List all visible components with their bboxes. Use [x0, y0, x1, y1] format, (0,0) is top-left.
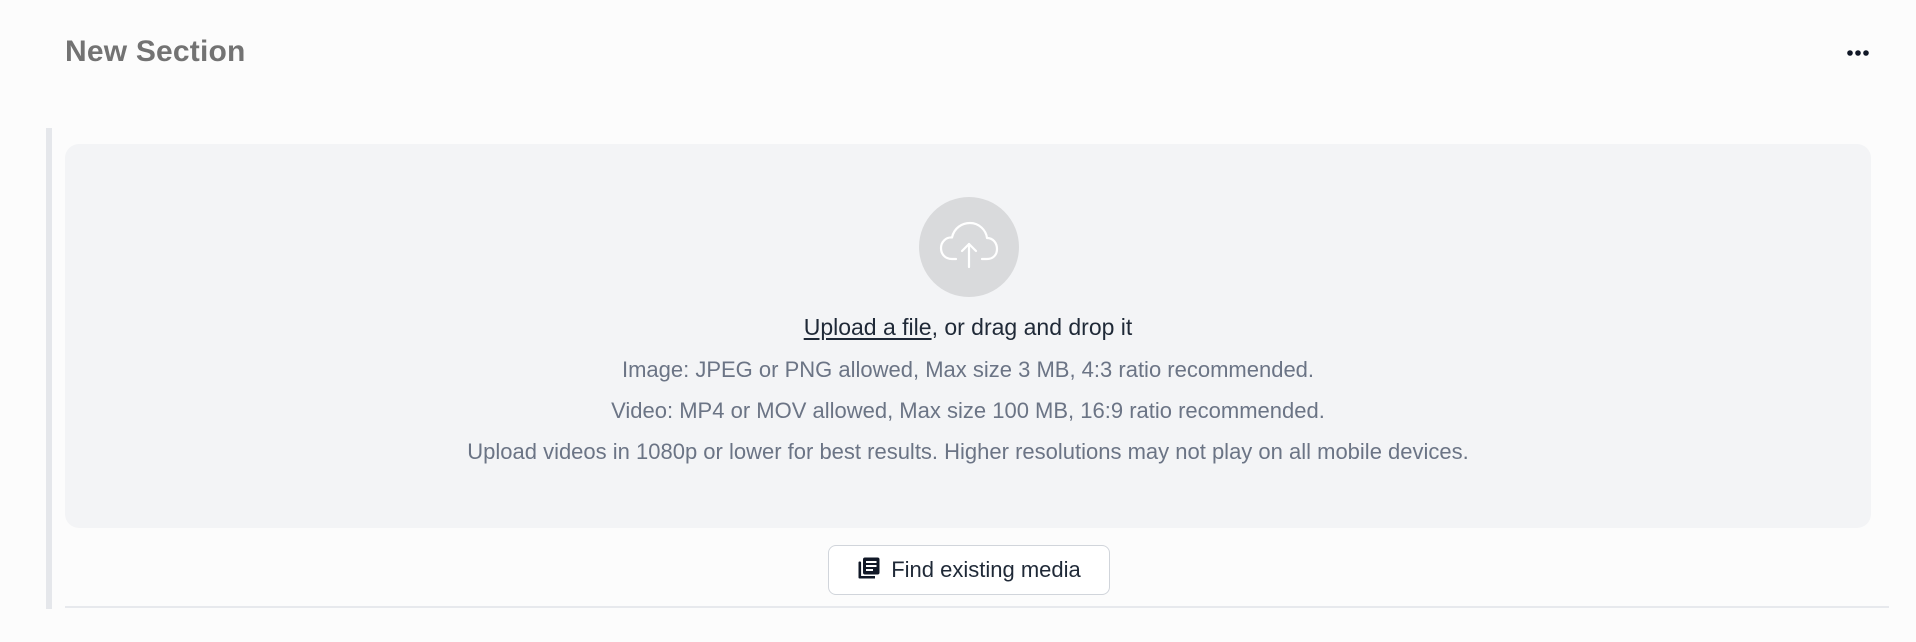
cloud-upload-icon — [938, 219, 1000, 276]
section-divider — [65, 606, 1889, 608]
upload-instruction: Upload a file, or drag and drop it — [65, 314, 1871, 341]
more-options-button[interactable] — [1840, 38, 1876, 68]
section-title: New Section — [65, 35, 246, 68]
drag-drop-text: , or drag and drop it — [931, 314, 1133, 340]
media-dropzone[interactable]: Upload a file, or drag and drop it Image… — [65, 144, 1871, 528]
resolution-note: Upload videos in 1080p or lower for best… — [467, 439, 1469, 464]
video-requirements: Video: MP4 or MOV allowed, Max size 100 … — [611, 398, 1325, 423]
find-existing-media-button[interactable]: Find existing media — [828, 545, 1110, 595]
section-header: New Section — [65, 32, 1876, 76]
page: New Section Upload a file, or drag and d… — [0, 0, 1916, 642]
upload-icon-circle — [919, 197, 1019, 297]
section-left-border — [46, 128, 52, 609]
more-horizontal-icon — [1846, 44, 1870, 62]
image-requirements: Image: JPEG or PNG allowed, Max size 3 M… — [621, 357, 1315, 382]
upload-file-link[interactable]: Upload a file — [804, 314, 932, 340]
find-existing-media-label: Find existing media — [891, 557, 1081, 582]
media-library-icon — [857, 556, 881, 585]
